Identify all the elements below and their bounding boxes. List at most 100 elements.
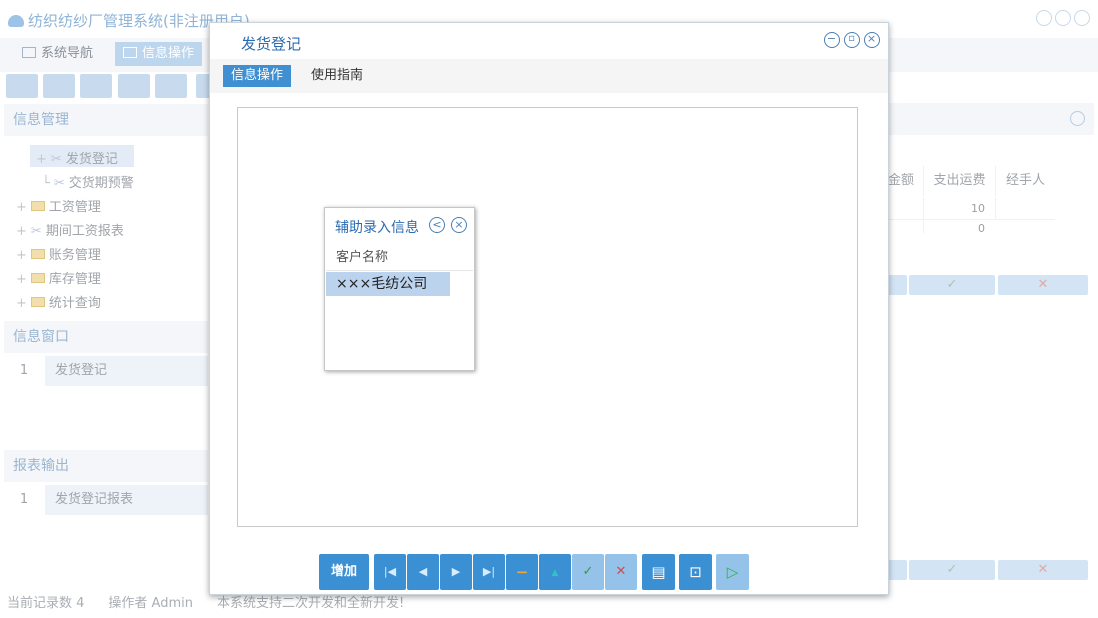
- last-record-button[interactable]: ▶|: [473, 554, 505, 590]
- restore-icon[interactable]: [844, 31, 860, 48]
- folder-icon: [30, 273, 45, 283]
- tree-item-shipping[interactable]: + ✂ 发货登记: [36, 148, 118, 167]
- panel-report-output[interactable]: 报表输出: [4, 450, 208, 482]
- tree-branch: └: [42, 176, 50, 191]
- next-record-button[interactable]: ▶: [440, 554, 472, 590]
- confirm-icon[interactable]: ✓: [909, 560, 995, 580]
- tree-item-accounts[interactable]: + 账务管理: [16, 244, 101, 263]
- search-tool-button[interactable]: [6, 74, 38, 98]
- tools-icon: ✂: [50, 152, 62, 167]
- print-button[interactable]: ▤: [642, 554, 675, 590]
- panel-info-manage[interactable]: 信息管理: [4, 104, 208, 136]
- tree-tool-button[interactable]: [118, 74, 150, 98]
- window-tool-button[interactable]: [155, 74, 187, 98]
- maximize-icon[interactable]: [1055, 10, 1071, 26]
- row-number: 1: [19, 492, 29, 507]
- doc-tool-button[interactable]: [80, 74, 112, 98]
- tree-item-inventory[interactable]: + 库存管理: [16, 268, 101, 287]
- customer-option[interactable]: ×××毛纺公司: [326, 272, 450, 296]
- column-header-customer: 客户名称: [326, 245, 473, 271]
- folder-icon: [30, 297, 45, 307]
- panel-info-window[interactable]: 信息窗口: [4, 321, 208, 353]
- print-preview-icon: ⊡: [689, 563, 702, 581]
- bg-button[interactable]: [888, 275, 907, 295]
- menu-usage-guide[interactable]: 使用指南: [303, 65, 371, 87]
- tab-system-nav[interactable]: 系统导航: [14, 42, 101, 66]
- play-icon: ▷: [726, 563, 739, 581]
- minimize-icon[interactable]: [1036, 10, 1052, 26]
- confirm-icon[interactable]: ✓: [909, 275, 995, 295]
- prev-record-button[interactable]: ◀: [407, 554, 439, 590]
- report-row[interactable]: 1 发货登记报表: [4, 485, 208, 515]
- row-label: 发货登记: [45, 356, 208, 386]
- grid-cell-freight: 10: [923, 198, 995, 220]
- save-button[interactable]: ✓: [572, 554, 604, 590]
- close-icon[interactable]: ×: [451, 217, 467, 233]
- folder-icon: [30, 201, 45, 211]
- expand-icon: +: [16, 272, 27, 287]
- prev-icon: ◀: [418, 565, 428, 578]
- grid-cell: [995, 198, 1055, 220]
- minus-icon: −: [515, 563, 529, 581]
- first-icon: |◀: [383, 565, 397, 578]
- run-button[interactable]: ▷: [716, 554, 749, 590]
- right-panel-head: [888, 103, 1094, 135]
- grid-header-handler: 经手人: [995, 166, 1055, 196]
- tab-label: 信息操作: [142, 46, 195, 61]
- grid-cell: [888, 198, 923, 220]
- edit-button[interactable]: ▲: [539, 554, 571, 590]
- add-button[interactable]: 增加: [319, 554, 369, 590]
- tree-label: 发货登记: [65, 152, 118, 167]
- tab-label: 系统导航: [41, 46, 94, 61]
- expand-icon: +: [16, 248, 27, 263]
- tree-label: 交货期预警: [68, 176, 134, 191]
- menu-info-ops[interactable]: 信息操作: [223, 65, 292, 87]
- tree-label: 统计查询: [48, 296, 101, 311]
- list-tool-button[interactable]: [43, 74, 75, 98]
- expand-icon: +: [16, 296, 27, 311]
- app-window-buttons: [1033, 10, 1090, 30]
- nav-icon: [22, 47, 36, 58]
- dialog-window-buttons: [820, 31, 880, 52]
- preview-button[interactable]: ⊡: [679, 554, 712, 590]
- close-icon[interactable]: [864, 31, 880, 48]
- minimize-icon[interactable]: [824, 31, 840, 48]
- more-tool-button[interactable]: [196, 74, 210, 98]
- expand-icon: +: [16, 200, 27, 215]
- back-icon[interactable]: <: [429, 217, 445, 233]
- dialog-menu-bar: 信息操作 使用指南: [210, 59, 888, 93]
- record-count: 当前记录数 4: [7, 596, 85, 611]
- cancel-icon: ✕: [615, 564, 627, 579]
- check-icon: ✓: [582, 564, 594, 579]
- row-number: 1: [19, 363, 29, 378]
- panel-title: 信息窗口: [13, 329, 69, 345]
- cancel-icon[interactable]: ✕: [998, 560, 1088, 580]
- collapse-icon[interactable]: [1070, 111, 1085, 126]
- window-row[interactable]: 1 发货登记: [4, 356, 208, 386]
- panel-title: 报表输出: [13, 458, 69, 474]
- expand-icon: +: [16, 224, 27, 239]
- tab-info-ops[interactable]: 信息操作: [115, 42, 203, 66]
- grid-header-freight: 支出运费: [923, 166, 995, 196]
- delete-button[interactable]: −: [506, 554, 538, 590]
- assist-input-popup: 辅助录入信息 < × 客户名称 ×××毛纺公司: [324, 207, 475, 371]
- tree-label: 库存管理: [48, 272, 101, 287]
- tree-label: 工资管理: [48, 200, 101, 215]
- tree-item-delivery-warning[interactable]: └ ✂ 交货期预警: [42, 172, 134, 191]
- close-icon[interactable]: [1074, 10, 1090, 26]
- panel-title: 信息管理: [13, 112, 69, 128]
- assist-title: 辅助录入信息: [335, 220, 419, 236]
- cancel-icon[interactable]: ✕: [998, 275, 1088, 295]
- bg-button[interactable]: [888, 560, 907, 580]
- tools-icon: ✂: [53, 176, 65, 191]
- grid-icon: [123, 47, 137, 58]
- folder-icon: [30, 249, 45, 259]
- grid-cell-freight: 0: [923, 221, 995, 233]
- cloud-icon: [8, 15, 24, 27]
- tree-label: 期间工资报表: [45, 224, 124, 239]
- cancel-button[interactable]: ✕: [605, 554, 637, 590]
- tree-item-statistics[interactable]: + 统计查询: [16, 292, 101, 311]
- tree-item-period-wages[interactable]: + ✂ 期间工资报表: [16, 220, 124, 239]
- tree-item-wages[interactable]: + 工资管理: [16, 196, 101, 215]
- first-record-button[interactable]: |◀: [374, 554, 406, 590]
